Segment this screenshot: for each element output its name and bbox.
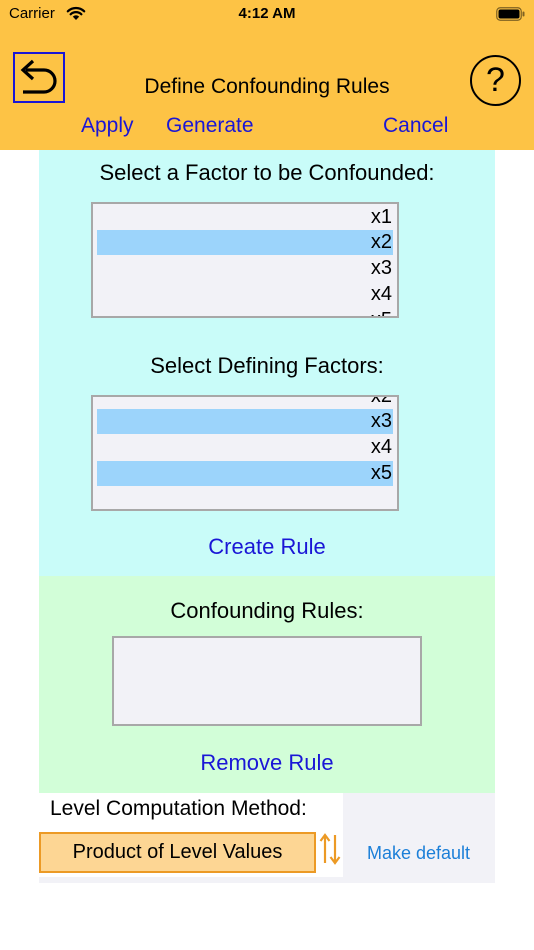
level-method-value: Product of Level Values <box>72 841 283 863</box>
list-item[interactable]: x2 <box>97 230 393 255</box>
make-default-button[interactable]: Make default <box>367 843 470 864</box>
remove-rule-button[interactable]: Remove Rule <box>39 750 495 776</box>
list-item[interactable]: x4 <box>97 435 393 460</box>
factor-selection-panel: Select a Factor to be Confounded: x1 x2 … <box>39 150 495 576</box>
confounded-factor-label: Select a Factor to be Confounded: <box>99 160 435 185</box>
apply-button[interactable]: Apply <box>81 114 134 138</box>
confounding-rules-label: Confounding Rules: <box>170 598 364 623</box>
help-button[interactable]: ? <box>470 55 521 106</box>
level-method-picker[interactable]: Product of Level Values <box>39 832 316 873</box>
list-item[interactable]: x3 <box>97 409 393 434</box>
list-item[interactable]: x4 <box>97 282 393 307</box>
list-item[interactable]: x3 <box>97 256 393 281</box>
level-method-label: Level Computation Method: <box>50 797 307 820</box>
defining-factors-list[interactable]: x2 x3 x4 x5 <box>91 395 399 511</box>
list-item[interactable]: x1 <box>97 205 393 230</box>
status-bar: Carrier 4:12 AM <box>0 0 534 28</box>
sort-arrows-icon[interactable] <box>319 831 341 867</box>
confounding-rules-list[interactable] <box>112 636 422 726</box>
confounding-rules-panel: Confounding Rules: Remove Rule <box>39 576 495 793</box>
clock-label: 4:12 AM <box>238 5 296 22</box>
cancel-button[interactable]: Cancel <box>383 114 448 138</box>
level-method-section: Level Computation Method: Product of Lev… <box>39 793 495 883</box>
battery-icon <box>496 7 525 21</box>
list-item[interactable]: x2 <box>97 397 393 409</box>
defining-factors-label: Select Defining Factors: <box>150 353 384 378</box>
create-rule-button[interactable]: Create Rule <box>39 534 495 560</box>
list-item[interactable]: x5 <box>97 308 393 316</box>
confounded-factor-list[interactable]: x1 x2 x3 x4 x5 <box>91 202 399 318</box>
generate-button[interactable]: Generate <box>166 114 254 138</box>
page-title: Define Confounding Rules <box>144 75 390 98</box>
list-item[interactable]: x5 <box>97 461 393 486</box>
question-mark-icon: ? <box>486 61 505 99</box>
navigation-header: Define Confounding Rules ? Apply Generat… <box>0 28 534 150</box>
